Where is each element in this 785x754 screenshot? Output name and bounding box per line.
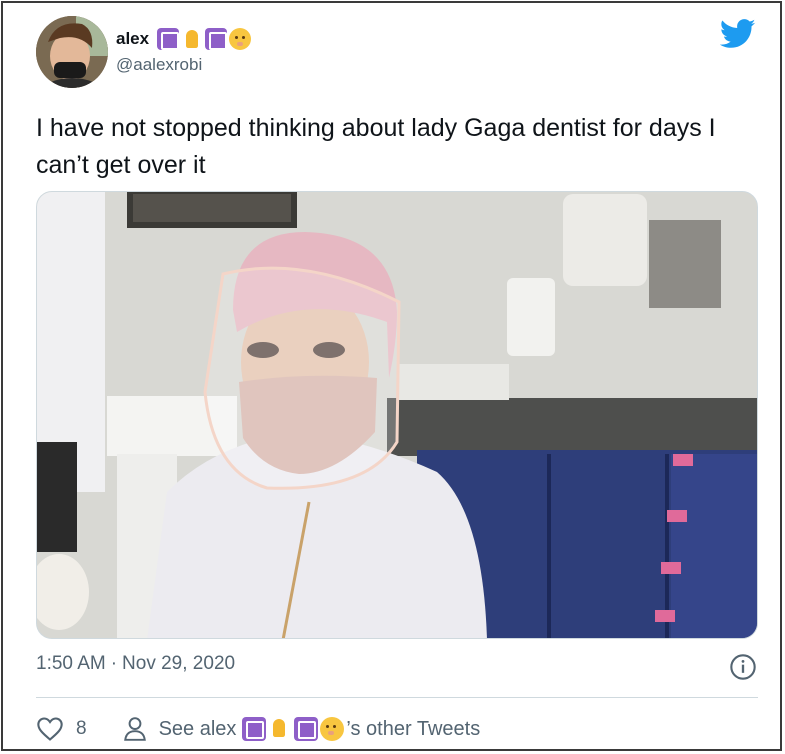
sign-of-the-horns-square-emoji [157,28,180,50]
aquarius-emoji [294,717,319,741]
tweet-text: I have not stopped thinking about lady G… [36,114,716,179]
tweet-timestamp[interactable]: 1:50 AM · Nov 29, 2020 [36,653,240,675]
display-name[interactable]: alex [116,29,149,49]
divider [36,697,758,698]
see-other-tweets-prefix: See alex [158,717,237,740]
author-name-row[interactable]: alex [116,25,253,53]
timestamp-separator: · [110,653,118,674]
photo-image [37,192,757,638]
user-handle[interactable]: @aalexrobi [116,55,202,75]
tweet-card: alex @aalexrobi I have not stopped think… [1,1,782,751]
folded-hands-emoji [268,717,292,741]
shushing-face-emoji [320,717,345,741]
see-other-tweets-suffix: ’s other Tweets [346,717,481,740]
tweet-actions: 8 See alex ’s other Tweets [36,713,480,745]
twitter-bird-icon[interactable] [720,19,756,49]
folded-hands-emoji [181,28,203,50]
see-other-tweets-link[interactable]: See alex ’s other Tweets [158,717,481,741]
heart-icon[interactable] [36,716,64,742]
avatar[interactable] [36,16,108,88]
sign-of-the-horns-square-emoji [242,717,267,741]
aquarius-emoji [205,28,228,50]
tweet-time: 1:50 AM [36,653,106,674]
tweet-date: Nov 29, 2020 [122,653,236,674]
avatar-image [36,16,108,88]
info-icon[interactable] [729,653,757,681]
tweet-photo[interactable] [36,191,758,639]
like-count[interactable]: 8 [76,718,87,740]
shushing-face-emoji [229,28,252,50]
person-icon[interactable] [123,716,147,742]
